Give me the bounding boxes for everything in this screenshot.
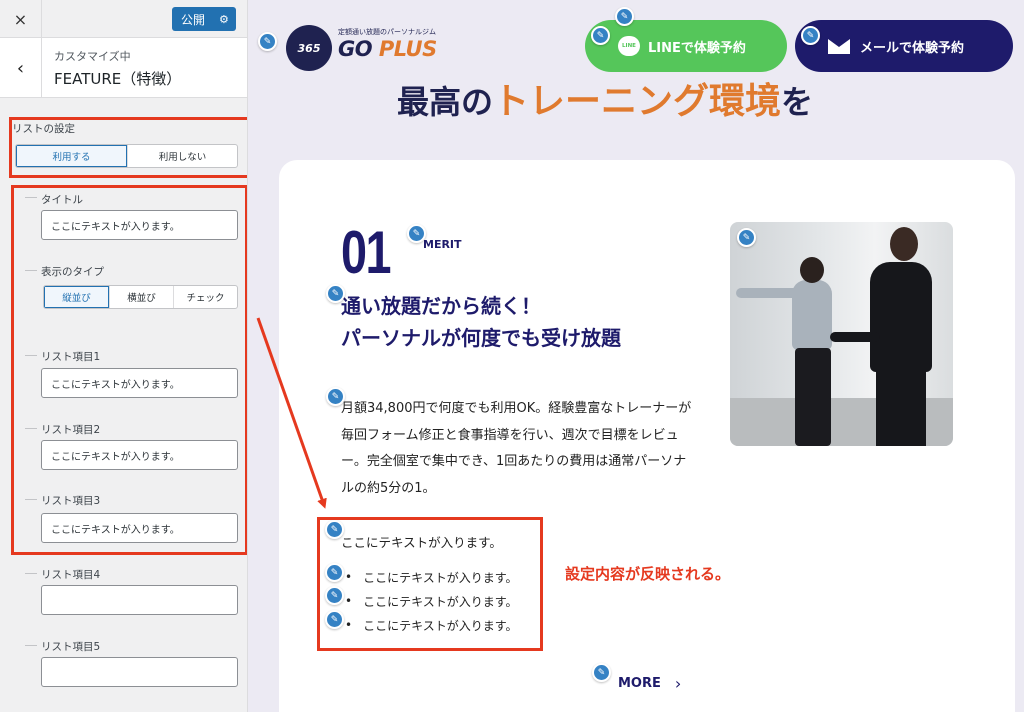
- feature-photo: [730, 222, 953, 446]
- publish-button[interactable]: 公開 ⚙: [172, 7, 236, 31]
- headline-prefix: 最高の: [397, 83, 494, 121]
- feature-subtitle: 通い放題だから続く！ パーソナルが何度でも受け放題: [341, 290, 621, 354]
- edit-pencil-icon[interactable]: ✎: [615, 7, 634, 26]
- mail-reserve-label: メールで体験予約: [860, 40, 965, 56]
- photo-figure-shape: [795, 348, 831, 446]
- headline-accent: トレーニング環境: [493, 81, 782, 122]
- edit-pencil-icon[interactable]: ✎: [592, 663, 611, 682]
- more-label: MORE: [618, 676, 661, 691]
- site-preview: 365 定額通い放題のパーソナルジム GO PLUS LINE LINEで体験予…: [249, 0, 1024, 712]
- section-title: FEATURE（特徴）: [54, 70, 182, 88]
- photo-figure-shape: [800, 257, 824, 283]
- list-item-5-label: リスト項目5: [41, 641, 101, 653]
- photo-figure-shape: [830, 332, 880, 342]
- edit-pencil-icon[interactable]: ✎: [801, 26, 820, 45]
- feature-tag: MERIT: [423, 238, 462, 251]
- page-headline: 最高のトレーニング環境を: [397, 72, 813, 124]
- logo-tagline: 定額通い放題のパーソナルジム: [338, 28, 436, 36]
- divider: [25, 645, 37, 646]
- logo-text-main: GO: [338, 37, 379, 61]
- more-link[interactable]: MORE ›: [618, 674, 681, 693]
- photo-figure-shape: [736, 288, 800, 298]
- list-item-4-label: リスト項目4: [41, 569, 101, 581]
- list-item-5-input[interactable]: [41, 657, 238, 687]
- photo-figure-shape: [792, 280, 832, 350]
- mail-icon: [828, 38, 850, 54]
- mail-reserve-button[interactable]: メールで体験予約: [795, 20, 1013, 72]
- line-icon: LINE: [618, 36, 640, 56]
- edit-pencil-icon[interactable]: ✎: [591, 26, 610, 45]
- site-logo[interactable]: 365 定額通い放題のパーソナルジム GO PLUS: [286, 23, 446, 73]
- edit-pencil-icon[interactable]: ✎: [258, 32, 277, 51]
- feature-subtitle-line1: 通い放題だから続く！: [341, 294, 541, 318]
- feature-body: 月額34,800円で何度でも利用OK。経験豊富なトレーナーが毎回フォーム修正と食…: [341, 401, 692, 496]
- divider: [25, 573, 37, 574]
- photo-figure-shape: [870, 262, 932, 372]
- headline-suffix: を: [781, 83, 814, 121]
- customizer-topbar: × 公開 ⚙: [0, 0, 247, 38]
- customizer-panel: × 公開 ⚙ ‹ カスタマイズ中 FEATURE（特徴） リストの設定 利用する…: [0, 0, 248, 712]
- list-item-4-input[interactable]: [41, 585, 238, 615]
- gear-icon[interactable]: ⚙: [219, 13, 229, 26]
- section-header: ‹ カスタマイズ中 FEATURE（特徴）: [0, 38, 247, 98]
- photo-figure-shape: [890, 227, 918, 261]
- annotation-note: 設定内容が反映される。: [565, 565, 731, 583]
- close-icon[interactable]: ×: [0, 0, 42, 38]
- edit-pencil-icon[interactable]: ✎: [326, 387, 345, 406]
- line-reserve-button[interactable]: LINE LINEで体験予約: [585, 20, 787, 72]
- feature-subtitle-line2: パーソナルが何度でも受け放題: [341, 326, 621, 350]
- edit-pencil-icon[interactable]: ✎: [737, 228, 756, 247]
- logo-badge: 365: [286, 25, 332, 71]
- publish-label: 公開: [181, 12, 206, 27]
- annotation-box-fields: [11, 185, 247, 555]
- customizing-label: カスタマイズ中: [54, 50, 131, 63]
- edit-pencil-icon[interactable]: ✎: [407, 224, 426, 243]
- photo-figure-shape: [876, 370, 926, 446]
- annotation-box-preview-list: [317, 517, 543, 651]
- chevron-right-icon: ›: [674, 674, 682, 693]
- logo-text-accent: PLUS: [378, 37, 437, 61]
- edit-pencil-icon[interactable]: ✎: [326, 284, 345, 303]
- annotation-box-list-setting: [9, 117, 247, 178]
- feature-number: 01: [341, 219, 391, 286]
- logo-text: GO PLUS: [338, 37, 437, 61]
- back-chevron-icon[interactable]: ‹: [0, 38, 42, 98]
- line-reserve-label: LINEで体験予約: [648, 40, 746, 56]
